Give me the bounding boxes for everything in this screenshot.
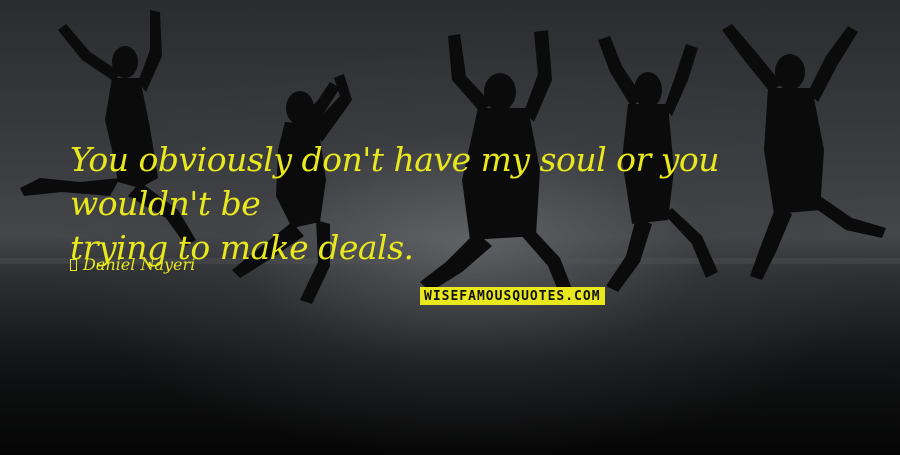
site-watermark: WISEFAMOUSQUOTES.COM: [420, 287, 605, 305]
quote-text: You obviously don't have my soul or you …: [70, 138, 850, 270]
author-attribution: Daniel Nayeri: [70, 255, 195, 274]
quote-image: You obviously don't have my soul or you …: [0, 0, 900, 455]
author-name: Daniel Nayeri: [83, 255, 196, 274]
author-bullet-icon: [70, 258, 77, 271]
quote-line-1: You obviously don't have my soul or you …: [70, 140, 720, 223]
